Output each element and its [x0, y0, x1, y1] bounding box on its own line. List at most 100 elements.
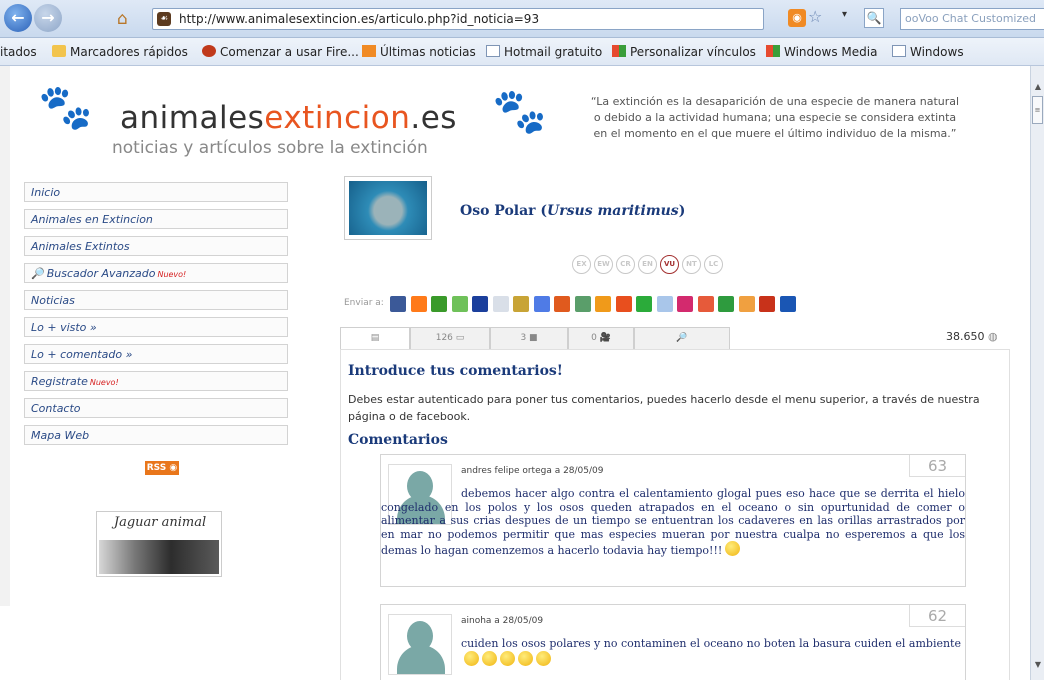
share-icon[interactable]: [615, 296, 632, 312]
sidebar-item-animales-extintos[interactable]: Animales Extintos: [24, 236, 288, 256]
forward-arrow-icon: →: [41, 8, 55, 27]
widget-title: Jaguar animal: [113, 515, 207, 530]
scroll-thumb[interactable]: ≡: [1032, 96, 1043, 124]
google-icon[interactable]: [533, 296, 550, 312]
folder-icon: [52, 45, 66, 57]
search-input[interactable]: ooVoo Chat Customized: [900, 8, 1044, 30]
jaguar-widget[interactable]: Jaguar animal: [96, 511, 222, 577]
share-icon[interactable]: [492, 296, 509, 312]
status-vu[interactable]: VU: [660, 255, 679, 274]
comment-number: 62: [909, 605, 965, 627]
bookmark-star-icon[interactable]: ☆: [808, 7, 822, 26]
avatar: [388, 614, 452, 675]
intro-heading: Introduce tus comentarios!: [348, 363, 563, 379]
conservation-status: EX EW CR EN VU NT LC: [572, 255, 726, 274]
status-cr[interactable]: CR: [616, 255, 635, 274]
bookmark-item[interactable]: Windows: [892, 45, 964, 59]
browser-toolbar: ← → ⌂ ☙ http://www.animalesextincion.es/…: [0, 0, 1044, 38]
share-icon[interactable]: [574, 296, 591, 312]
back-arrow-icon: ←: [11, 8, 25, 27]
chevron-down-icon[interactable]: ▾: [842, 9, 847, 20]
web-page: 🐾 animalesextincion.es noticias y artícu…: [0, 66, 1030, 680]
eye-icon: ◍: [988, 330, 998, 343]
bookmark-item[interactable]: Windows Media: [766, 45, 877, 59]
smiley-icon: [536, 650, 551, 666]
windows-icon: [612, 45, 626, 57]
tab-videos[interactable]: 0 🎥: [568, 327, 634, 349]
share-icon[interactable]: [779, 296, 796, 312]
share-icon[interactable]: [513, 296, 530, 312]
jaguar-image: [99, 540, 219, 574]
smiley-icon: [518, 650, 533, 666]
sidebar-item-contacto[interactable]: Contacto: [24, 398, 288, 418]
tab-article[interactable]: ▤: [340, 327, 410, 349]
scroll-down-arrow-icon[interactable]: ▼: [1031, 660, 1044, 674]
rss-feed-icon[interactable]: ◉: [788, 9, 806, 27]
new-badge: Nuevo!: [157, 270, 187, 279]
bookmark-item[interactable]: Marcadores rápidos: [52, 45, 188, 59]
share-icon[interactable]: [554, 296, 571, 312]
share-icon[interactable]: [410, 296, 427, 312]
sidebar-item-animales-en-extincion[interactable]: Animales en Extincion: [24, 209, 288, 229]
paw-logo-icon: 🐾: [38, 82, 93, 133]
share-icon[interactable]: [656, 296, 673, 312]
status-ex[interactable]: EX: [572, 255, 591, 274]
header-quote: “La extinción es la desaparición de una …: [590, 95, 960, 140]
sidebar-item-lo-mas-comentado[interactable]: Lo + comentado »: [24, 344, 288, 364]
bookmark-item[interactable]: Comenzar a usar Fire...: [202, 45, 359, 59]
scrollbar[interactable]: ▲ ≡ ▼: [1030, 66, 1044, 680]
share-icon[interactable]: [697, 296, 714, 312]
status-ew[interactable]: EW: [594, 255, 613, 274]
bookmark-item[interactable]: Últimas noticias: [362, 45, 476, 59]
comment-meta: ainoha a 28/05/09: [461, 616, 544, 626]
comment-item: andres felipe ortega a 28/05/09 63 debem…: [380, 454, 966, 587]
page-margin: [0, 66, 10, 606]
share-icon[interactable]: [677, 296, 694, 312]
site-tagline: noticias y artículos sobre la extinción: [112, 138, 428, 158]
address-bar[interactable]: ☙ http://www.animalesextincion.es/articu…: [152, 8, 764, 30]
tab-words[interactable]: 126 ▭: [410, 327, 490, 349]
url-text[interactable]: http://www.animalesextincion.es/articulo…: [179, 12, 539, 26]
share-icon[interactable]: [451, 296, 468, 312]
article-thumbnail[interactable]: [344, 176, 432, 240]
comment-meta: andres felipe ortega a 28/05/09: [461, 466, 604, 476]
scroll-up-arrow-icon[interactable]: ▲: [1031, 82, 1044, 96]
article-title[interactable]: Oso Polar (Ursus maritimus): [460, 203, 685, 219]
smiley-icon: [725, 541, 741, 557]
comment-text: debemos hacer algo contra el calentamien…: [381, 487, 965, 558]
sidebar-item-registrate[interactable]: Registrate Nuevo!: [24, 371, 288, 391]
status-lc[interactable]: LC: [704, 255, 723, 274]
site-logo[interactable]: animalesextincion.es: [120, 100, 457, 136]
rss-button[interactable]: RSS ◉: [145, 461, 179, 475]
tab-comments[interactable]: 3 ■: [490, 327, 568, 349]
tab-search[interactable]: 🔎: [634, 327, 730, 349]
rss-icon: [362, 45, 376, 57]
sidebar-item-noticias[interactable]: Noticias: [24, 290, 288, 310]
status-en[interactable]: EN: [638, 255, 657, 274]
smiley-icon: [464, 650, 479, 666]
share-icon[interactable]: [636, 296, 653, 312]
search-engine-icon[interactable]: 🔍: [864, 8, 884, 28]
share-icon[interactable]: [431, 296, 448, 312]
bookmark-item[interactable]: itados: [0, 45, 37, 59]
comment-item: ainoha a 28/05/09 62 cuiden los osos pol…: [380, 604, 966, 680]
share-icon[interactable]: [595, 296, 612, 312]
share-icon[interactable]: [718, 296, 735, 312]
sidebar-item-buscador-avanzado[interactable]: 🔎 Buscador Avanzado Nuevo!: [24, 263, 288, 283]
share-icon[interactable]: [738, 296, 755, 312]
view-count: 38.650 ◍: [946, 330, 998, 343]
status-nt[interactable]: NT: [682, 255, 701, 274]
back-button[interactable]: ←: [4, 4, 32, 32]
bookmark-item[interactable]: Personalizar vínculos: [612, 45, 756, 59]
sidebar-item-lo-mas-visto[interactable]: Lo + visto »: [24, 317, 288, 337]
share-icon[interactable]: [472, 296, 489, 312]
forward-button[interactable]: →: [34, 4, 62, 32]
page-icon: [892, 45, 906, 57]
share-icon[interactable]: [759, 296, 776, 312]
sidebar-item-mapa-web[interactable]: Mapa Web: [24, 425, 288, 445]
facebook-icon[interactable]: [390, 296, 407, 312]
home-icon[interactable]: ⌂: [117, 9, 128, 29]
bookmark-item[interactable]: Hotmail gratuito: [486, 45, 602, 59]
sidebar-item-inicio[interactable]: Inicio: [24, 182, 288, 202]
share-bar: Enviar a:: [344, 296, 797, 312]
